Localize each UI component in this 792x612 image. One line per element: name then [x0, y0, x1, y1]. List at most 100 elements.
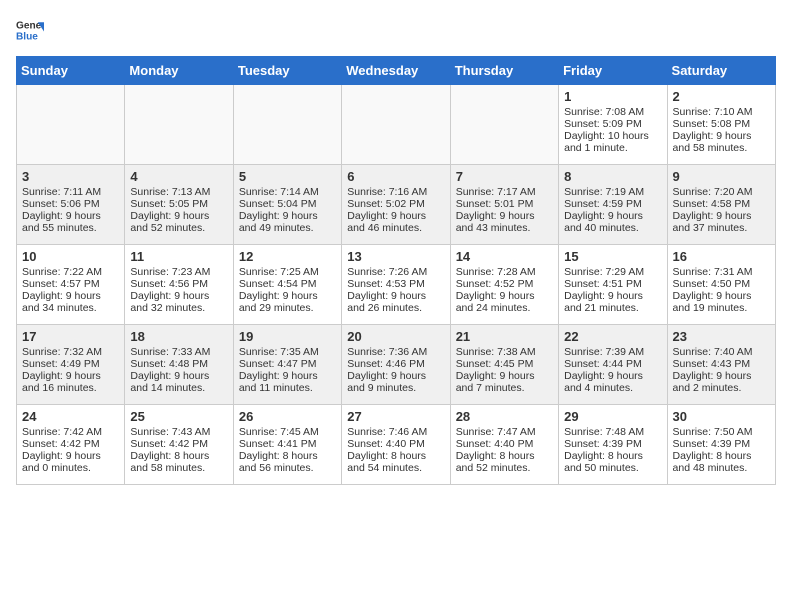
day-number: 4: [130, 169, 227, 184]
day-info: Sunrise: 7:25 AM: [239, 266, 336, 278]
calendar-cell: [233, 85, 341, 165]
calendar-cell: 8Sunrise: 7:19 AMSunset: 4:59 PMDaylight…: [559, 165, 667, 245]
day-info: Sunset: 5:05 PM: [130, 198, 227, 210]
day-info: Sunrise: 7:17 AM: [456, 186, 553, 198]
calendar-cell: [17, 85, 125, 165]
day-info: Daylight: 9 hours and 19 minutes.: [673, 290, 770, 314]
day-info: Daylight: 9 hours and 32 minutes.: [130, 290, 227, 314]
calendar-cell: 1Sunrise: 7:08 AMSunset: 5:09 PMDaylight…: [559, 85, 667, 165]
day-number: 21: [456, 329, 553, 344]
day-info: Sunrise: 7:28 AM: [456, 266, 553, 278]
day-info: Sunrise: 7:23 AM: [130, 266, 227, 278]
day-info: Sunset: 4:46 PM: [347, 358, 444, 370]
day-info: Sunset: 5:08 PM: [673, 118, 770, 130]
calendar-cell: 19Sunrise: 7:35 AMSunset: 4:47 PMDayligh…: [233, 325, 341, 405]
calendar-cell: 13Sunrise: 7:26 AMSunset: 4:53 PMDayligh…: [342, 245, 450, 325]
day-number: 17: [22, 329, 119, 344]
day-info: Daylight: 9 hours and 26 minutes.: [347, 290, 444, 314]
day-info: Daylight: 8 hours and 56 minutes.: [239, 450, 336, 474]
calendar-cell: 22Sunrise: 7:39 AMSunset: 4:44 PMDayligh…: [559, 325, 667, 405]
day-info: Sunrise: 7:16 AM: [347, 186, 444, 198]
calendar-cell: 27Sunrise: 7:46 AMSunset: 4:40 PMDayligh…: [342, 405, 450, 485]
day-info: Sunset: 4:54 PM: [239, 278, 336, 290]
calendar-cell: 30Sunrise: 7:50 AMSunset: 4:39 PMDayligh…: [667, 405, 775, 485]
day-info: Sunset: 4:49 PM: [22, 358, 119, 370]
day-info: Sunset: 4:39 PM: [564, 438, 661, 450]
day-info: Sunrise: 7:29 AM: [564, 266, 661, 278]
calendar-cell: 5Sunrise: 7:14 AMSunset: 5:04 PMDaylight…: [233, 165, 341, 245]
day-info: Sunset: 4:42 PM: [22, 438, 119, 450]
day-info: Sunrise: 7:14 AM: [239, 186, 336, 198]
day-number: 12: [239, 249, 336, 264]
day-info: Daylight: 9 hours and 37 minutes.: [673, 210, 770, 234]
day-info: Daylight: 9 hours and 4 minutes.: [564, 370, 661, 394]
day-number: 5: [239, 169, 336, 184]
day-number: 3: [22, 169, 119, 184]
calendar-table: SundayMondayTuesdayWednesdayThursdayFrid…: [16, 56, 776, 485]
day-number: 25: [130, 409, 227, 424]
day-number: 6: [347, 169, 444, 184]
day-number: 27: [347, 409, 444, 424]
calendar-cell: 16Sunrise: 7:31 AMSunset: 4:50 PMDayligh…: [667, 245, 775, 325]
day-info: Sunrise: 7:20 AM: [673, 186, 770, 198]
weekday-header: Monday: [125, 57, 233, 85]
day-info: Sunset: 4:40 PM: [347, 438, 444, 450]
weekday-header: Saturday: [667, 57, 775, 85]
day-number: 24: [22, 409, 119, 424]
calendar-cell: 3Sunrise: 7:11 AMSunset: 5:06 PMDaylight…: [17, 165, 125, 245]
day-info: Sunset: 4:48 PM: [130, 358, 227, 370]
day-number: 22: [564, 329, 661, 344]
calendar-cell: 29Sunrise: 7:48 AMSunset: 4:39 PMDayligh…: [559, 405, 667, 485]
day-number: 18: [130, 329, 227, 344]
day-number: 26: [239, 409, 336, 424]
day-info: Sunrise: 7:31 AM: [673, 266, 770, 278]
day-info: Sunset: 5:09 PM: [564, 118, 661, 130]
day-info: Daylight: 10 hours and 1 minute.: [564, 130, 661, 154]
logo-icon: General Blue: [16, 16, 44, 44]
day-number: 28: [456, 409, 553, 424]
weekday-header: Wednesday: [342, 57, 450, 85]
day-info: Sunrise: 7:47 AM: [456, 426, 553, 438]
weekday-header: Sunday: [17, 57, 125, 85]
day-info: Sunset: 4:41 PM: [239, 438, 336, 450]
calendar-cell: 17 Sunrise: 7:32 AMSunset: 4:49 PMDayligh…: [17, 325, 125, 405]
day-info: Sunset: 5:02 PM: [347, 198, 444, 210]
day-info: Sunrise: 7:48 AM: [564, 426, 661, 438]
day-info: Sunrise: 7:32 AM: [22, 346, 119, 358]
day-info: Sunset: 4:59 PM: [564, 198, 661, 210]
day-info: Sunrise: 7:38 AM: [456, 346, 553, 358]
day-info: Sunset: 4:58 PM: [673, 198, 770, 210]
calendar-cell: 24 Sunrise: 7:42 AMSunset: 4:42 PMDayligh…: [17, 405, 125, 485]
svg-text:General: General: [16, 20, 44, 31]
day-number: 19: [239, 329, 336, 344]
day-number: 30: [673, 409, 770, 424]
day-number: 15: [564, 249, 661, 264]
day-info: Sunrise: 7:40 AM: [673, 346, 770, 358]
day-info: Sunrise: 7:19 AM: [564, 186, 661, 198]
day-info: Daylight: 8 hours and 50 minutes.: [564, 450, 661, 474]
day-number: 16: [673, 249, 770, 264]
day-info: Daylight: 9 hours and 16 minutes.: [22, 370, 119, 394]
day-info: Sunset: 4:51 PM: [564, 278, 661, 290]
weekday-header: Friday: [559, 57, 667, 85]
day-number: 8: [564, 169, 661, 184]
day-info: Sunrise: 7:42 AM: [22, 426, 119, 438]
day-info: Sunset: 4:56 PM: [130, 278, 227, 290]
day-info: Sunset: 4:45 PM: [456, 358, 553, 370]
day-info: Daylight: 9 hours and 58 minutes.: [673, 130, 770, 154]
day-number: 1: [564, 89, 661, 104]
calendar-cell: 20Sunrise: 7:36 AMSunset: 4:46 PMDayligh…: [342, 325, 450, 405]
day-info: Sunrise: 7:22 AM: [22, 266, 119, 278]
day-info: Daylight: 9 hours and 9 minutes.: [347, 370, 444, 394]
day-number: 23: [673, 329, 770, 344]
day-info: Sunset: 4:43 PM: [673, 358, 770, 370]
day-number: 14: [456, 249, 553, 264]
day-info: Sunset: 5:01 PM: [456, 198, 553, 210]
day-info: Sunset: 5:04 PM: [239, 198, 336, 210]
day-info: Daylight: 8 hours and 52 minutes.: [456, 450, 553, 474]
day-info: Daylight: 9 hours and 55 minutes.: [22, 210, 119, 234]
day-info: Daylight: 9 hours and 0 minutes.: [22, 450, 119, 474]
day-info: Daylight: 9 hours and 21 minutes.: [564, 290, 661, 314]
day-number: 7: [456, 169, 553, 184]
calendar-cell: 28Sunrise: 7:47 AMSunset: 4:40 PMDayligh…: [450, 405, 558, 485]
